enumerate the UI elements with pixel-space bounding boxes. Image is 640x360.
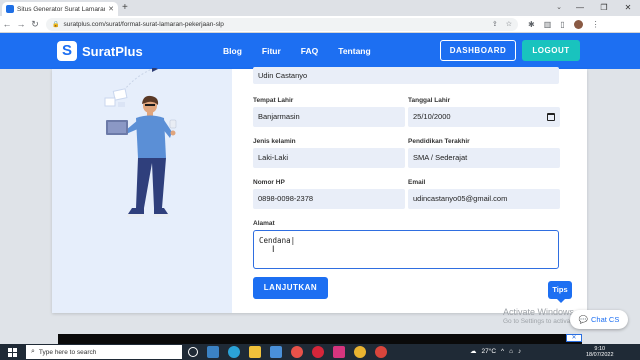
taskbar-search[interactable]: ⌕ Type here to search — [26, 345, 182, 359]
pendidikan-label: Pendidikan Terakhir — [408, 138, 470, 145]
logout-button[interactable]: LOGOUT — [522, 40, 580, 61]
ad-banner[interactable] — [58, 334, 582, 344]
nomor-hp-field[interactable]: 0898-0098-2378 — [253, 189, 405, 209]
person-with-laptop-illustration — [104, 68, 177, 217]
omnibox[interactable]: 🔒 suratplus.com/surat/format-surat-lamar… — [46, 17, 518, 31]
text-cursor-icon: I — [272, 244, 275, 254]
nav-faq[interactable]: FAQ — [301, 46, 318, 56]
tanggal-lahir-field[interactable]: 25/10/2000 — [408, 107, 560, 127]
taskbar-clock[interactable]: 9:10 18/07/2022 — [586, 346, 614, 358]
ad-close-icon[interactable]: ✕ — [566, 334, 582, 342]
profile-avatar-icon[interactable] — [573, 19, 583, 29]
email-field[interactable]: udincastanyo05@gmail.com — [408, 189, 560, 209]
app-icon[interactable] — [291, 346, 303, 358]
back-icon[interactable]: ← — [0, 19, 14, 29]
search-icon: ⌕ — [31, 348, 35, 355]
windows-start-icon[interactable] — [8, 348, 17, 357]
system-tray: ☁ 27°C ^ ⌂ ♪ — [470, 347, 521, 356]
close-window-icon[interactable]: ✕ — [616, 0, 640, 16]
logo-mark-icon: S — [57, 41, 77, 61]
tab-close-icon[interactable]: ✕ — [108, 5, 114, 13]
tray-chevron-icon[interactable]: ^ — [501, 348, 504, 355]
chat-bubble-icon: 💬 — [578, 315, 588, 324]
tab-title: Situs Generator Surat Lamaran P — [17, 5, 106, 13]
extensions-icon[interactable]: ✱ — [528, 20, 535, 29]
weather-icon[interactable]: ☁ — [470, 347, 477, 355]
taskbar-search-placeholder: Type here to search — [38, 348, 97, 356]
new-tab-icon[interactable]: + — [122, 3, 128, 13]
pendidikan-select[interactable]: SMA / Sederajat — [408, 148, 560, 168]
volume-icon[interactable]: ♪ — [518, 348, 521, 355]
chat-cs-button[interactable]: 💬 Chat CS — [570, 310, 628, 329]
jenis-kelamin-select[interactable]: Laki-Laki — [253, 148, 405, 168]
windows-taskbar: ⌕ Type here to search ☁ 27°C ^ ⌂ ♪ 9:10 … — [0, 344, 640, 360]
reload-icon[interactable]: ↻ — [28, 19, 42, 30]
browser-tab-bar: Situs Generator Surat Lamaran P ✕ + ⌄ — … — [0, 0, 640, 16]
jenis-kelamin-label: Jenis kelamin — [253, 138, 296, 145]
chat-cs-label: Chat CS — [590, 315, 620, 324]
nomor-hp-label: Nomor HP — [253, 179, 285, 186]
edge-icon[interactable] — [228, 346, 240, 358]
email-label: Email — [408, 179, 426, 186]
lock-icon[interactable]: 🔒 — [52, 21, 59, 28]
weather-temp[interactable]: 27°C — [482, 348, 497, 355]
window-controls: — ❐ ✕ — [568, 0, 640, 16]
instagram-icon[interactable] — [333, 346, 345, 358]
store-icon[interactable] — [270, 346, 282, 358]
site-header: S SuratPlus Blog Fitur FAQ Tentang DASHB… — [0, 33, 640, 69]
tanggal-lahir-label: Tanggal Lahir — [408, 97, 451, 104]
text-caret: | — [290, 236, 296, 245]
bookmark-star-icon[interactable]: ☆ — [506, 20, 512, 28]
task-view-icon[interactable] — [188, 347, 198, 357]
file-explorer-icon[interactable] — [249, 346, 261, 358]
network-icon[interactable]: ⌂ — [509, 348, 513, 355]
tempat-lahir-field[interactable]: Banjarmasin — [253, 107, 405, 127]
restore-icon[interactable]: ❐ — [592, 0, 616, 16]
dashboard-button[interactable]: DASHBOARD — [440, 40, 516, 61]
menu-kebab-icon[interactable]: ⋮ — [592, 20, 600, 29]
site-favicon-icon — [6, 5, 14, 13]
forward-icon[interactable]: → — [14, 19, 28, 29]
main-nav: Blog Fitur FAQ Tentang — [223, 46, 371, 56]
nav-blog[interactable]: Blog — [223, 46, 242, 56]
taskbar-apps — [188, 346, 387, 358]
logo-text: SuratPlus — [82, 43, 143, 59]
nav-tentang[interactable]: Tentang — [338, 46, 370, 56]
alamat-text: Cendana — [259, 236, 291, 245]
lanjutkan-button[interactable]: LANJUTKAN — [253, 277, 328, 299]
minimize-icon[interactable]: — — [568, 0, 592, 16]
share-icon[interactable]: ⇪ — [492, 20, 498, 28]
reading-list-icon[interactable]: ▥ — [544, 20, 552, 29]
opera-icon[interactable] — [312, 346, 324, 358]
nav-fitur[interactable]: Fitur — [262, 46, 281, 56]
tips-button[interactable]: Tips — [548, 281, 572, 303]
alamat-label: Alamat — [253, 220, 275, 227]
site-logo[interactable]: S SuratPlus — [57, 41, 143, 61]
chrome-icon[interactable] — [354, 346, 366, 358]
tempat-lahir-label: Tempat Lahir — [253, 97, 294, 104]
chrome-active-icon[interactable] — [375, 346, 387, 358]
url-text[interactable]: suratplus.com/surat/format-surat-lamaran… — [63, 21, 223, 28]
calendar-icon[interactable] — [547, 113, 555, 121]
address-bar-row: ← → ↻ 🔒 suratplus.com/surat/format-surat… — [0, 16, 640, 33]
name-field[interactable]: Udin Castanyo — [253, 67, 559, 84]
sidebar-icon[interactable]: ▯ — [560, 20, 564, 29]
alamat-textarea[interactable]: Cendana| — [253, 230, 559, 269]
widgets-icon[interactable] — [207, 346, 219, 358]
tab-search-icon[interactable]: ⌄ — [556, 3, 562, 11]
browser-tab[interactable]: Situs Generator Surat Lamaran P ✕ — [2, 2, 118, 16]
clock-date: 18/07/2022 — [586, 352, 614, 358]
